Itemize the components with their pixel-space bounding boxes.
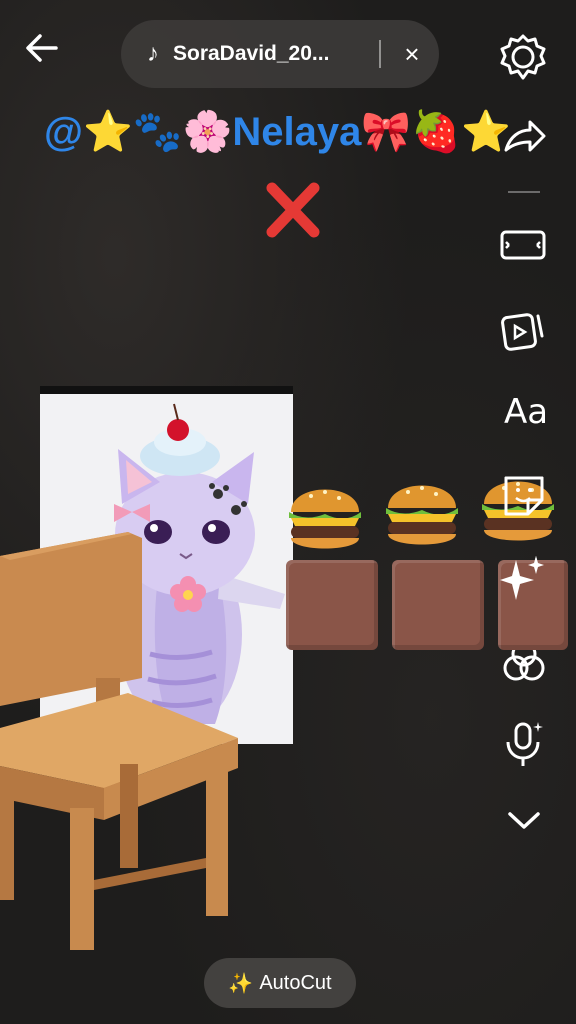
back-arrow-icon[interactable] bbox=[22, 28, 62, 68]
brown-block-sticker[interactable] bbox=[286, 560, 378, 650]
burger-sticker[interactable] bbox=[285, 472, 365, 562]
aspect-ratio-icon[interactable] bbox=[498, 220, 550, 272]
sparkle-icon: ✨ bbox=[228, 972, 254, 995]
red-x-sticker[interactable] bbox=[262, 180, 322, 240]
template-video-icon[interactable] bbox=[498, 302, 550, 354]
brown-block-sticker[interactable] bbox=[392, 560, 484, 650]
sidebar-divider bbox=[508, 191, 540, 193]
effects-sparkle-icon-overlay bbox=[498, 552, 550, 604]
text-tool[interactable]: Aa bbox=[500, 386, 552, 438]
music-selector[interactable]: ♪ SoraDavid_20... × bbox=[121, 20, 439, 88]
burger-sticker[interactable] bbox=[382, 468, 462, 558]
username-overlay-text[interactable]: @⭐🐾🌸Nelaya🎀🍓⭐ bbox=[44, 104, 544, 160]
music-note-icon: ♪ bbox=[147, 40, 159, 67]
settings-gear-icon[interactable] bbox=[498, 32, 548, 82]
remove-music-button[interactable]: × bbox=[397, 38, 427, 70]
voice-effects-mic-icon[interactable] bbox=[498, 718, 550, 770]
sticker-icon-overlay bbox=[498, 468, 550, 520]
pill-divider bbox=[379, 40, 381, 68]
music-title: SoraDavid_20... bbox=[173, 42, 330, 65]
autocut-label: AutoCut bbox=[259, 971, 332, 994]
chair-sticker[interactable] bbox=[0, 528, 240, 958]
autocut-button[interactable]: ✨ AutoCut bbox=[204, 958, 356, 1008]
share-arrow-icon[interactable] bbox=[498, 112, 550, 164]
more-chevron-down-icon[interactable] bbox=[498, 794, 550, 846]
